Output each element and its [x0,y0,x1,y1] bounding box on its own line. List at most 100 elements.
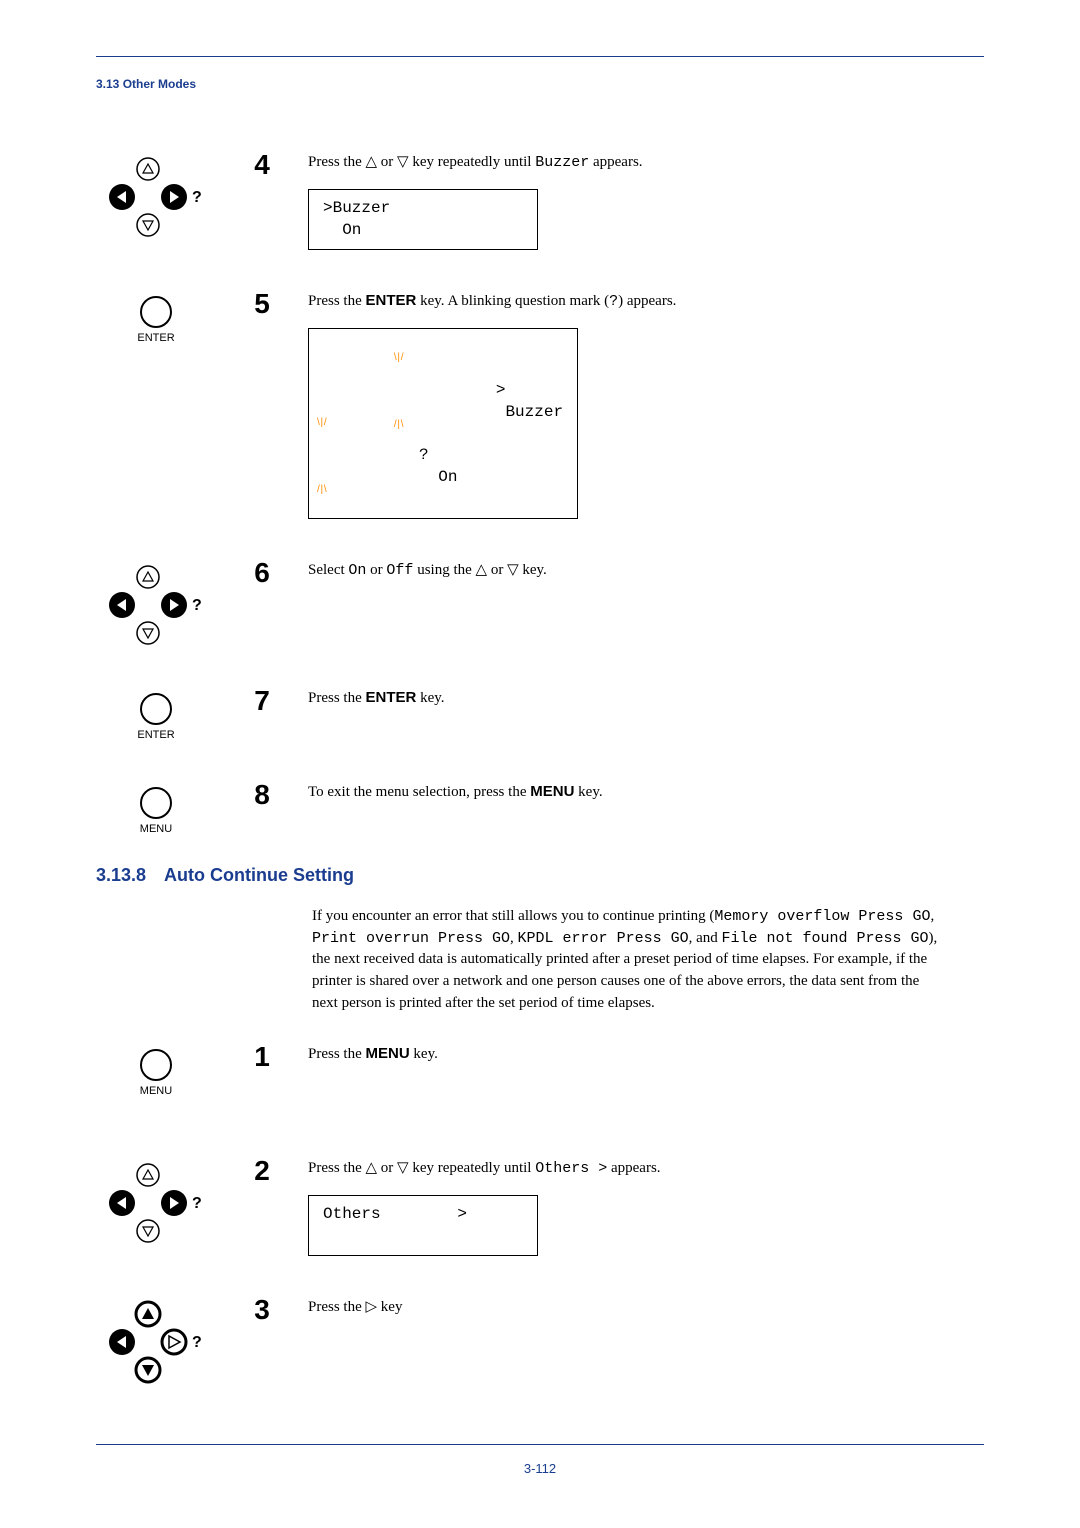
dpad-bold-icon: ? [96,1296,216,1384]
step-body: Press the △ or ▽ key repeatedly until Ot… [308,1157,984,1256]
triangle-down-icon: ▽ [397,151,409,172]
menu-key-label: MENU [96,823,216,835]
step-number: 7 [252,687,272,715]
t: key repeatedly until [409,154,536,170]
step-b2: ? 2 Press the △ or ▽ key repeatedly unti… [96,1157,984,1256]
dpad-icon: ? [96,559,216,647]
step-body: Press the ▷ key [308,1296,984,1328]
section-title: Auto Continue Setting [164,865,354,885]
step-b3: ? 3 Press the ▷ key [96,1296,984,1384]
section-intro: If you encounter an error that still all… [312,906,944,1015]
t: On [348,562,366,579]
t: key. [574,784,602,800]
t: , [510,930,518,946]
t: Press the [308,1160,366,1176]
t: Press the [308,293,366,309]
step-body: Press the △ or ▽ key repeatedly until Bu… [308,151,984,250]
t: key. [519,562,547,578]
step-number: 8 [252,781,272,809]
step-body: Press the MENU key. [308,1043,984,1075]
menu-key-icon: MENU [96,1043,216,1097]
section-number: 3.13.8 [96,865,146,885]
step-number: 6 [252,559,272,587]
page-footer: 3-112 [96,1461,984,1476]
triangle-right-icon: ▷ [366,1296,378,1317]
dpad-icon: ? [96,151,216,239]
triangle-up-icon: △ [366,151,378,172]
t: key. [410,1046,438,1062]
svg-text:?: ? [192,189,202,206]
t: Buzzer [505,403,563,421]
step-number: 3 [252,1296,272,1324]
t: Select [308,562,348,578]
step-5: ENTER 5 Press the ENTER key. A blinking … [96,290,984,519]
lcd-display: Others > [308,1195,538,1256]
step-number: 4 [252,151,272,179]
t: Off [386,562,413,579]
blink-cursor-icon: \ | />/ | \ [400,359,506,424]
t: Print overrun Press GO [312,930,510,947]
enter-key-icon: ENTER [96,290,216,344]
t: or [377,1160,397,1176]
t: Press the [308,1046,366,1062]
t: Memory overflow Press GO [714,908,930,925]
t: If you encounter an error that still all… [312,908,714,924]
t: Press the [308,690,366,706]
step-7: ENTER 7 Press the ENTER key. [96,687,984,741]
t: Press the [308,154,366,170]
step-4: ? 4 Press the △ or ▽ key repeatedly unti… [96,151,984,250]
step-b1: MENU 1 Press the MENU key. [96,1043,984,1097]
t: To exit the menu selection, press the [308,784,530,800]
step-number: 2 [252,1157,272,1185]
t: ) appears. [618,293,676,309]
step-6: ? 6 Select On or Off using the △ or ▽ ke… [96,559,984,647]
triangle-up-icon: △ [476,559,488,580]
t: MENU [366,1045,410,1062]
step-body: Press the ENTER key. A blinking question… [308,290,984,519]
svg-text:?: ? [192,597,202,614]
enter-key-label: ENTER [96,729,216,741]
t: On [429,468,458,486]
t: key. [416,690,444,706]
svg-text:?: ? [192,1195,202,1212]
t: ENTER [366,292,417,309]
t: or [377,154,397,170]
step-number: 1 [252,1043,272,1071]
svg-text:?: ? [192,1334,202,1351]
section-heading: 3.13.8 Auto Continue Setting [96,865,984,886]
menu-key-icon: MENU [96,781,216,835]
t: MENU [530,783,574,800]
menu-key-label: MENU [96,1085,216,1097]
enter-key-label: ENTER [96,332,216,344]
t: , and [689,930,722,946]
step-8: MENU 8 To exit the menu selection, press… [96,781,984,835]
t: key [377,1299,402,1315]
top-rule [96,56,984,57]
t: key repeatedly until [409,1160,536,1176]
t: , [930,908,934,924]
breadcrumb: 3.13 Other Modes [96,77,984,91]
t: ? [609,293,618,310]
t: KPDL error Press GO [518,930,689,947]
t: Press the [308,1299,366,1315]
step-body: To exit the menu selection, press the ME… [308,781,984,813]
triangle-up-icon: △ [366,1157,378,1178]
enter-key-icon: ENTER [96,687,216,741]
t: or [487,562,507,578]
step-body: Press the ENTER key. [308,687,984,719]
page-content: 3.13 Other Modes ? 4 Press the △ or ▽ ke… [0,0,1080,1524]
step-number: 5 [252,290,272,318]
t: using the [413,562,475,578]
bottom-rule [96,1444,984,1445]
t: key. A blinking question mark ( [416,293,609,309]
lcd-display: >Buzzer On [308,189,538,250]
t: Others > [535,1160,607,1177]
t: or [366,562,386,578]
t: ENTER [366,689,417,706]
triangle-down-icon: ▽ [397,1157,409,1178]
t: appears. [589,154,642,170]
lcd-display-blink: \ | />/ | \ Buzzer \ | /?/ | \ On [308,328,578,519]
t: Buzzer [535,154,589,171]
blink-cursor-icon: \ | /?/ | \ [323,424,429,489]
triangle-down-icon: ▽ [507,559,519,580]
